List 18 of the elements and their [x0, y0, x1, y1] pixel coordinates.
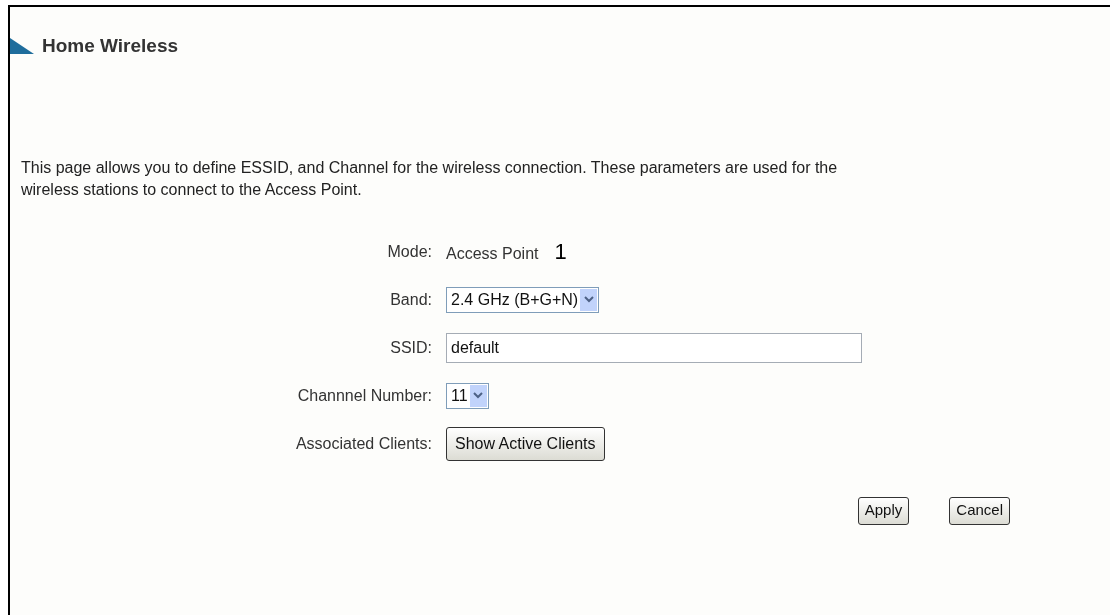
dropdown[interactable]: 2.4 GHz (B+G+N) [446, 286, 600, 313]
show-active-clients-button[interactable]: Show Active Clients [446, 426, 605, 461]
callout-number: 1 [554, 238, 567, 266]
field-label: Band: [389, 289, 432, 310]
field-label: SSID: [389, 337, 432, 358]
action-button[interactable]: Cancel [949, 496, 1010, 525]
field-label: Channnel Number: [296, 385, 432, 406]
page-title: Home Wireless [42, 34, 179, 58]
description-text: This page allows you to define ESSID, and Channel for the wireless connection. These parameters are used for the wireless stations to connect to the Access Point. [21, 157, 839, 200]
triangle-icon [10, 38, 34, 55]
dropdown[interactable]: 11 [446, 382, 489, 409]
action-button[interactable]: Apply [857, 496, 910, 525]
field-label: Mode: [386, 241, 432, 262]
field-label: Associated Clients: [294, 433, 432, 454]
chevron-down-icon [469, 384, 487, 407]
ssid-input[interactable]: default [446, 332, 862, 363]
mode-value: Access Point [446, 244, 539, 264]
chevron-down-icon [580, 288, 598, 311]
